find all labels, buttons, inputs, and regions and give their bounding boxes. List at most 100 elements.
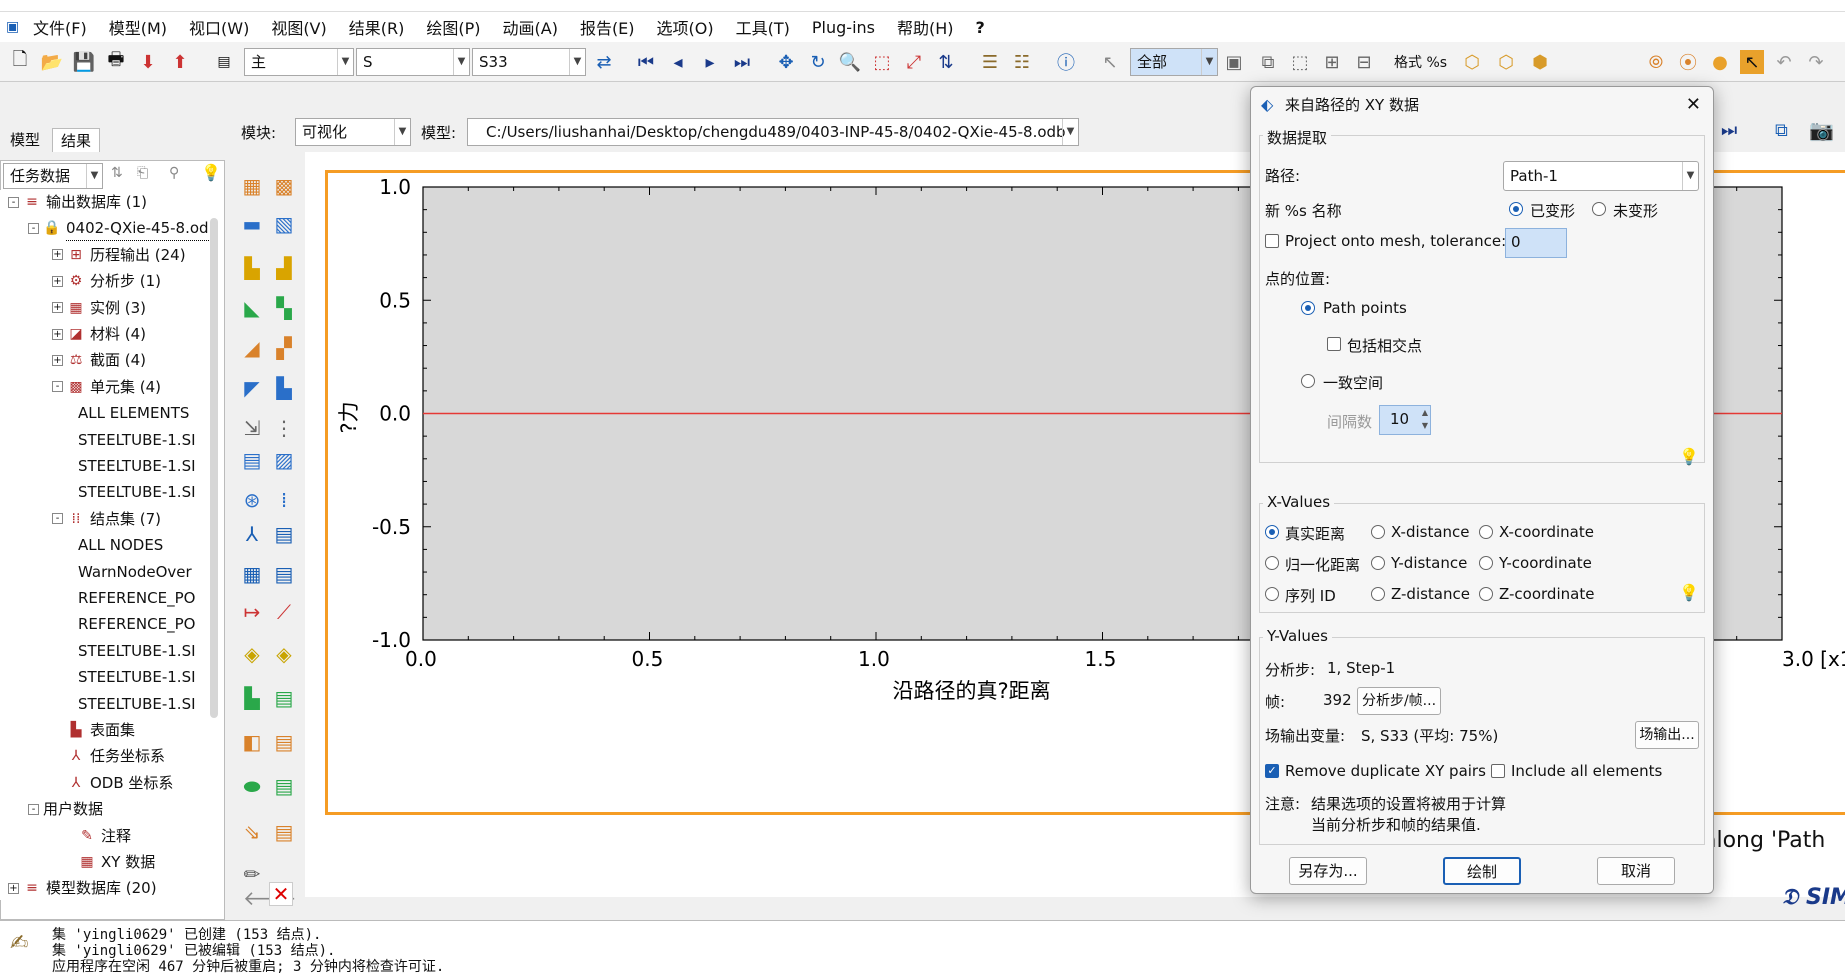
step-frame-button[interactable]: 分析步/帧... [1357, 687, 1441, 715]
select-cursor-icon[interactable]: ↖ [1098, 50, 1122, 74]
menu-view[interactable]: 视图(V) [260, 15, 337, 39]
tool-palette-icon[interactable]: ▦ [238, 560, 266, 588]
deformed-radio[interactable] [1509, 202, 1523, 216]
cube-icon[interactable]: ⬡ [1460, 50, 1484, 74]
menu-animate[interactable]: 动画(A) [492, 15, 569, 39]
collapse-icon[interactable]: - [28, 222, 39, 234]
import-icon[interactable]: ⬇ [136, 50, 160, 74]
cancel-button[interactable]: 取消 [1597, 857, 1675, 885]
tool-palette-icon[interactable]: ▤ [270, 560, 298, 588]
cube-icon[interactable]: ⬢ [1528, 50, 1552, 74]
field-output-button[interactable]: 场输出... [1635, 721, 1699, 749]
tool-palette-icon[interactable]: ▤ [270, 684, 298, 712]
menu-file[interactable]: 文件(F) [22, 15, 98, 39]
tool-palette-icon[interactable]: ▙ [270, 374, 298, 402]
tree-node[interactable]: - 用户数据 [28, 797, 103, 821]
tree-node[interactable]: STEELTUBE-1.SI [78, 480, 196, 504]
remove-select-icon[interactable]: ⊟ [1352, 50, 1376, 74]
menu-viewport[interactable]: 视口(W) [178, 15, 260, 39]
normalized-distance-radio[interactable] [1265, 556, 1279, 570]
tool-palette-icon[interactable]: ▤ [270, 772, 298, 800]
tool-palette-icon[interactable]: ▬ [238, 210, 266, 238]
tree-node[interactable]: WarnNodeOver [78, 560, 192, 584]
undo-icon[interactable]: ↶ [1772, 50, 1796, 74]
collapse-icon[interactable]: - [8, 196, 19, 208]
tool-palette-icon[interactable]: ◈ [270, 640, 298, 668]
last-frame-icon[interactable]: ⏭ [730, 50, 754, 74]
tool-palette-icon[interactable]: ⬬ [238, 772, 266, 800]
tool-palette-icon[interactable]: ◤ [238, 374, 266, 402]
filter-icon[interactable]: ⚲ [169, 165, 179, 181]
dialog-titlebar[interactable]: ⬖ 来自路径的 XY 数据 ✕ [1251, 87, 1713, 123]
menu-tools[interactable]: 工具(T) [725, 15, 801, 39]
tree-node[interactable]: + ⊞ 历程输出 (24) [52, 243, 186, 267]
tree-node[interactable]: - ≡ 输出数据库 (1) [8, 190, 147, 214]
tool-palette-icon[interactable]: ◧ [238, 728, 266, 756]
rotate-icon[interactable]: ↻ [806, 50, 830, 74]
menu-model[interactable]: 模型(M) [98, 15, 178, 39]
x-coordinate-radio[interactable] [1479, 525, 1493, 539]
first-frame-icon[interactable]: ⏮ [634, 50, 658, 74]
close-icon[interactable]: ✕ [269, 882, 293, 906]
expand-icon[interactable]: + [8, 882, 19, 894]
print-icon[interactable]: 🖶 [104, 49, 128, 74]
save-as-button[interactable]: 另存为... [1289, 857, 1367, 885]
lightbulb-icon[interactable]: 💡 [1679, 447, 1699, 466]
prev-frame-icon[interactable]: ◂ [666, 50, 690, 74]
layer-icon[interactable]: ▣ [1222, 50, 1246, 74]
pan-icon[interactable]: ✥ [774, 50, 798, 74]
expand-icon[interactable]: + [52, 275, 63, 287]
tool-palette-icon[interactable]: ▤ [270, 520, 298, 548]
camera-icon[interactable]: 📷 [1809, 118, 1834, 142]
tree-node[interactable]: - ▩ 单元集 (4) [52, 375, 161, 399]
add-select-icon[interactable]: ⊞ [1320, 50, 1344, 74]
tree-node[interactable]: STEELTUBE-1.SI [78, 639, 196, 663]
model-select[interactable]: C:/Users/liushanhai/Desktop/chengdu489/0… [467, 118, 1079, 146]
uniform-spacing-radio[interactable] [1301, 374, 1315, 388]
field-variable-select[interactable]: S ▼ [356, 48, 470, 76]
cycle-views-icon[interactable]: ⇅ [934, 50, 958, 74]
tool-palette-icon[interactable]: ◣ [238, 294, 266, 322]
expand-icon[interactable]: + [52, 354, 63, 366]
tool-palette-icon[interactable]: ⋮ [270, 414, 298, 442]
arrow-tool-icon[interactable]: ↖ [1740, 50, 1764, 74]
menu-options[interactable]: 选项(O) [646, 15, 725, 39]
x-distance-radio[interactable] [1371, 525, 1385, 539]
include-intersections-checkbox[interactable] [1327, 337, 1341, 351]
tool-palette-icon[interactable]: ⅄ [238, 520, 266, 548]
tool-palette-icon[interactable]: ◈ [238, 640, 266, 668]
include-all-elements-checkbox[interactable] [1491, 764, 1505, 778]
task-data-select[interactable]: 任务数据 ▼ [3, 163, 103, 189]
component-select[interactable]: S33 ▼ [472, 48, 586, 76]
tool-palette-icon[interactable]: ▦ [238, 172, 266, 200]
save-icon[interactable]: 💾 [72, 50, 96, 74]
tool-palette-icon[interactable]: ↦ [238, 598, 266, 626]
tool-palette-icon[interactable]: ⊛ [238, 486, 266, 514]
field-output-icon[interactable]: ▤ [212, 50, 236, 74]
z-coordinate-radio[interactable] [1479, 587, 1493, 601]
lightbulb-icon[interactable]: 💡 [201, 163, 221, 182]
menu-help[interactable]: 帮助(H) [886, 15, 965, 39]
tree-node[interactable]: ALL NODES [78, 533, 163, 557]
tool-palette-icon[interactable]: ▟ [270, 254, 298, 282]
z-distance-radio[interactable] [1371, 587, 1385, 601]
path-select[interactable]: Path-1 ▼ [1503, 161, 1699, 191]
tool-palette-icon[interactable]: ▤ [270, 728, 298, 756]
export-icon[interactable]: ⬆ [168, 50, 192, 74]
collapse-icon[interactable]: - [28, 803, 39, 815]
query-info-icon[interactable]: ⓘ [1054, 50, 1078, 74]
tree-node[interactable]: ▦ XY 数据 [78, 850, 155, 874]
tool-palette-icon[interactable]: ▞ [270, 334, 298, 362]
sequence-id-radio[interactable] [1265, 587, 1279, 601]
tab-results[interactable]: 结果 [52, 128, 101, 152]
path-points-radio[interactable] [1301, 301, 1315, 315]
tree-node[interactable]: STEELTUBE-1.SI [78, 692, 196, 716]
tree-node[interactable]: STEELTUBE-1.SI [78, 428, 196, 452]
tree-node[interactable]: ⅄ 任务坐标系 [52, 744, 165, 768]
redo-icon[interactable]: ↷ [1804, 50, 1828, 74]
new-file-icon[interactable]: 🗋 [8, 49, 32, 74]
last-frame-icon[interactable]: ⏭ [1721, 120, 1737, 141]
tree-node[interactable]: ✎ 注释 [78, 824, 131, 848]
tool-palette-icon[interactable]: ⁞ [270, 486, 298, 514]
tree-node[interactable]: STEELTUBE-1.SI [78, 454, 196, 478]
